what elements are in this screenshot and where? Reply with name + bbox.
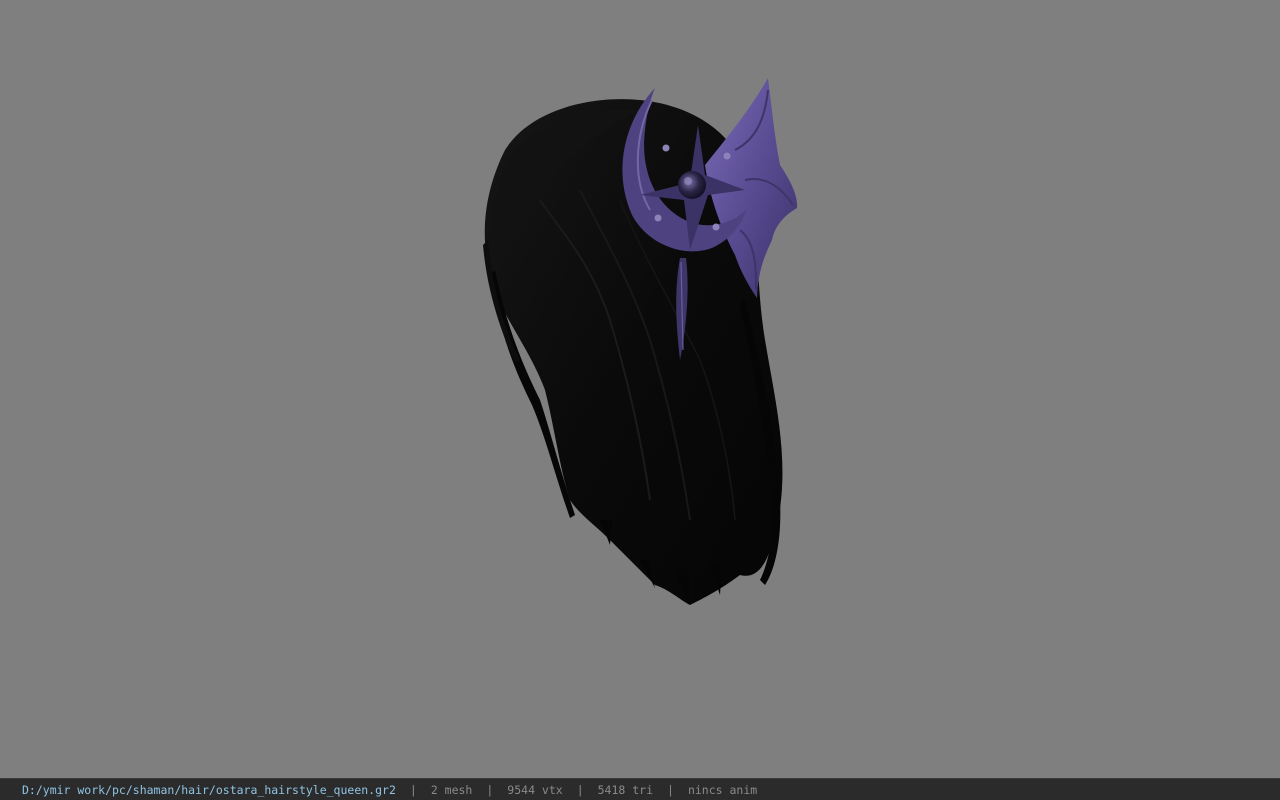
mesh-count: 2 mesh [430, 782, 473, 797]
3d-viewport[interactable] [0, 0, 1280, 778]
hair-model-render [483, 78, 798, 606]
animation-status: nincs anim [687, 782, 758, 797]
separator: | [486, 782, 494, 797]
separator: | [576, 782, 584, 797]
vertex-count: 9544 vtx [507, 782, 563, 797]
separator: | [667, 782, 674, 797]
status-bar: D:/ymir work/pc/shaman/hair/ostara_hairs… [0, 778, 1280, 800]
separator: | [409, 782, 417, 797]
file-path: D:/ymir work/pc/shaman/hair/ostara_hairs… [22, 782, 396, 797]
triangle-count: 5418 tri [597, 782, 654, 797]
